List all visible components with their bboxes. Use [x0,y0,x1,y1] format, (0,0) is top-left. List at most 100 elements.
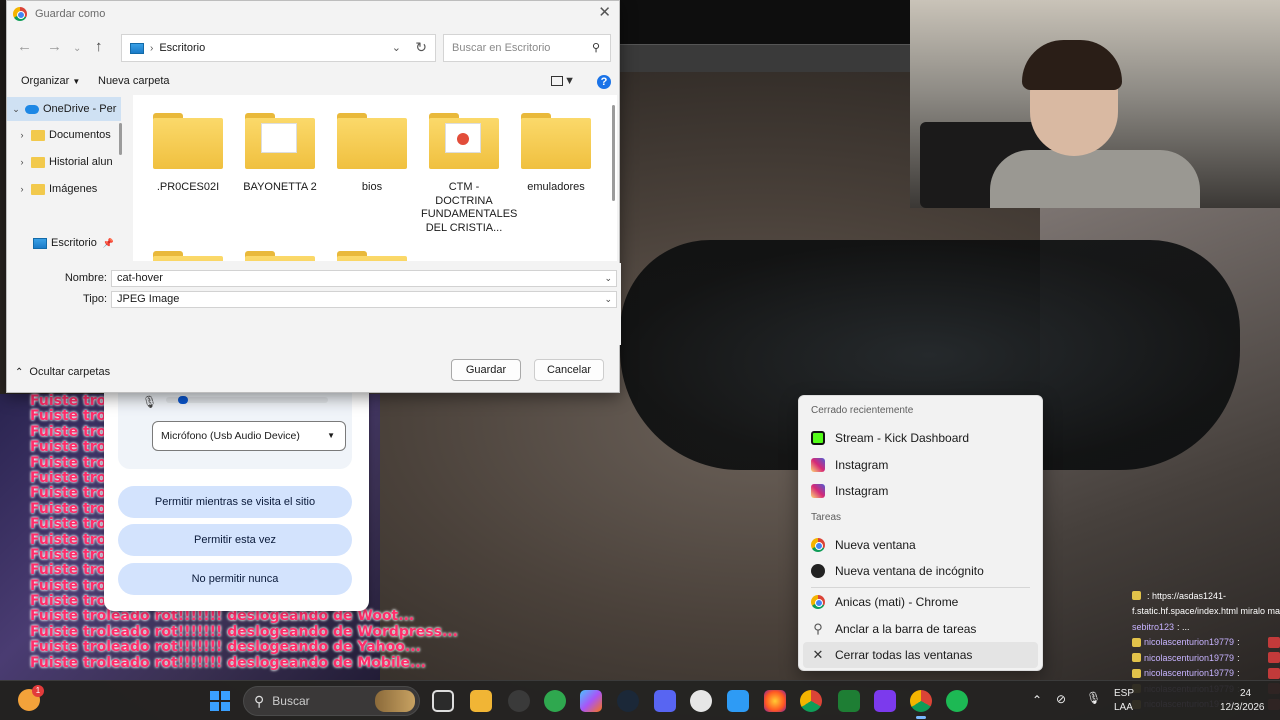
cancel-button[interactable]: Cancelar [534,359,604,381]
folder-item[interactable]: CTM - DOCTRINA FUNDAMENTALES DEL CRISTIA… [421,113,517,235]
recent-locations-chevron-icon[interactable]: ⌄ [73,40,81,58]
microphone-icon[interactable]: 🎙 [1086,691,1101,705]
hide-folders-toggle[interactable]: ⌃ Ocultar carpetas [15,366,110,378]
mic-settings-card: 🎙 Micrófono (Usb Audio Device) ▼ [118,393,352,469]
network-status-icon[interactable]: ⊘ [1056,692,1066,706]
file-explorer-icon[interactable] [470,690,492,712]
chevron-down-icon[interactable]: ⌄ [604,271,612,286]
view-options-icon[interactable] [551,76,563,86]
taskbar-search[interactable]: ⚲ Buscar [243,686,420,716]
discord-icon[interactable] [654,690,676,712]
folder-item[interactable] [237,251,323,261]
nav-item-imagenes[interactable]: › Imágenes [7,177,121,201]
filename-value: cat-hover [117,272,163,284]
dialog-titlebar: Guardar como [7,1,619,27]
folder-item[interactable]: bios [329,113,415,195]
weather-widget-icon[interactable]: 1 [18,685,44,711]
language-top[interactable]: ESP [1114,688,1134,699]
chevron-down-icon[interactable]: ⌄ [7,104,25,115]
folder-item[interactable]: .PR0CES02I [145,113,231,195]
help-icon[interactable]: ? [597,75,611,89]
chevron-down-icon[interactable]: ⌄ [604,292,612,307]
chevron-right-icon[interactable]: › [13,184,31,194]
jumplist-item-instagram[interactable]: Instagram [799,478,1042,504]
file-list-scrollbar[interactable] [612,105,615,201]
folder-name: bios [361,181,383,193]
search-input[interactable]: Buscar en Escritorio ⚲ [443,34,611,62]
steam-icon[interactable] [617,690,639,712]
chevron-up-icon: ⌃ [15,366,24,378]
filename-label: Nombre: [64,272,107,284]
back-arrow-icon[interactable]: ← [17,38,32,56]
jumplist-item-label: Nueva ventana [835,538,916,552]
pin-icon: 📌 [102,237,115,248]
allow-while-visiting-button[interactable]: Permitir mientras se visita el sitio [118,486,352,518]
task-view-icon[interactable] [432,690,454,712]
save-button[interactable]: Guardar [451,359,521,381]
address-dropdown-icon[interactable]: ⌄ [392,41,401,54]
recent-header: Cerrado recientemente [811,405,914,416]
jumplist-close-all[interactable]: ✕ Cerrar todas las ventanas [803,642,1038,668]
up-arrow-icon[interactable]: ↑ [95,38,103,56]
whatsapp-icon[interactable] [544,690,566,712]
never-allow-button[interactable]: No permitir nunca [118,563,352,595]
start-button[interactable] [210,691,230,711]
new-folder-button[interactable]: Nueva carpeta [98,75,170,87]
nav-item-escritorio[interactable]: Escritorio 📌 [7,231,121,255]
app-icon[interactable] [874,690,896,712]
view-dropdown-icon[interactable]: ▼ [564,75,575,87]
jumplist-item-instagram[interactable]: Instagram [799,452,1042,478]
allow-once-button[interactable]: Permitir esta vez [118,524,352,556]
nav-item-documentos[interactable]: › Documentos [7,123,121,147]
copilot-icon[interactable] [580,690,602,712]
organize-label: Organizar [21,75,70,87]
jumplist-pin-taskbar[interactable]: ⚲ Anclar a la barra de tareas [799,616,1042,642]
mic-level-meter [166,396,328,404]
folder-item[interactable] [329,251,415,261]
folder-item[interactable]: emuladores [513,113,599,195]
chevron-right-icon[interactable]: › [13,157,31,167]
filetype-select[interactable]: JPEG Image ⌄ [111,291,617,308]
emote-icon [1268,652,1280,664]
emote-icon [1268,667,1280,679]
language-bottom[interactable]: LAA [1114,702,1133,713]
obs-icon[interactable] [508,690,530,712]
address-bar[interactable]: › Escritorio ⌄ ↻ [121,34,436,62]
search-icon: ⚲ [254,692,265,709]
nav-scrollbar[interactable] [119,123,122,155]
nav-item-onedrive[interactable]: ⌄ OneDrive - Per [7,97,121,121]
search-icon: ⚲ [591,42,600,54]
jumplist-item-label: Cerrar todas las ventanas [835,648,973,662]
spotify-icon[interactable] [946,690,968,712]
chrome-active-icon[interactable] [910,690,932,719]
clock-date[interactable]: 12/3/2026 [1220,702,1265,713]
file-list: .PR0CES02I BAYONETTA 2 bios CTM - DOCTRI… [133,95,617,261]
refresh-icon[interactable]: ↻ [415,39,427,56]
firefox-icon[interactable] [764,690,786,712]
show-hidden-icons-chevron-icon[interactable]: ⌃ [1032,693,1042,707]
chevron-right-icon[interactable]: › [13,130,31,140]
jumplist-item-kick[interactable]: Stream - Kick Dashboard [799,425,1042,451]
dialog-navigation-bar: ← → ⌄ ↑ › Escritorio ⌄ ↻ Buscar en Escri… [7,34,621,62]
gyazo-icon[interactable] [690,690,712,712]
close-icon[interactable]: ✕ [598,5,611,21]
mic-device-select[interactable]: Micrófono (Usb Audio Device) ▼ [152,421,346,451]
xbox-icon[interactable] [838,690,860,712]
jumplist-new-incognito[interactable]: Nueva ventana de incógnito [799,558,1042,584]
nav-item-label: Escritorio [51,237,97,249]
chrome-jumplist: Cerrado recientemente Stream - Kick Dash… [798,395,1043,671]
folder-item[interactable]: BAYONETTA 2 [237,113,323,195]
forward-arrow-icon[interactable]: → [47,38,62,56]
filename-input[interactable]: cat-hover ⌄ [111,270,617,287]
folder-item[interactable] [145,251,231,261]
chrome-icon[interactable] [800,690,822,712]
jumplist-app-entry[interactable]: Anicas (mati) - Chrome [799,589,1042,615]
instagram-icon [811,484,825,498]
clock-time[interactable]: 24 [1240,688,1251,699]
filetype-label: Tipo: [82,293,107,305]
jumplist-new-window[interactable]: Nueva ventana [799,532,1042,558]
nav-item-historial[interactable]: › Historial alun [7,150,121,174]
organize-menu-button[interactable]: Organizar ▼ [21,75,80,87]
bolt-app-icon[interactable] [727,690,749,712]
breadcrumb-current[interactable]: Escritorio [159,42,205,54]
